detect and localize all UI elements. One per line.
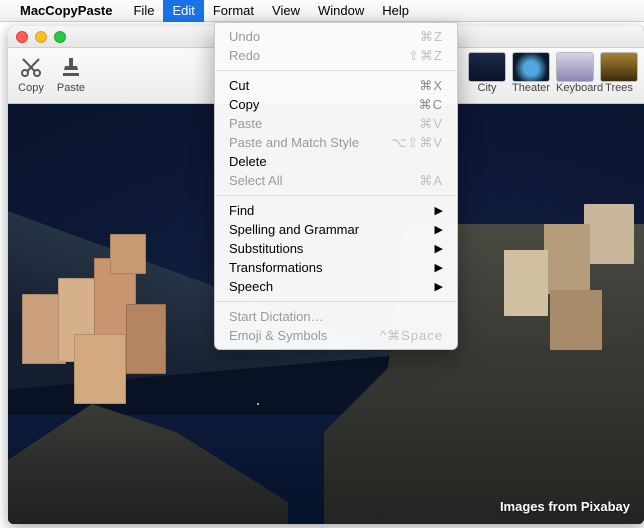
- stamp-icon: [54, 52, 88, 82]
- menu-separator: [216, 301, 456, 302]
- menu-emoji-symbols-label: Emoji & Symbols: [229, 328, 380, 343]
- chevron-right-icon: ▶: [435, 242, 443, 255]
- menubar-help[interactable]: Help: [373, 0, 418, 22]
- menu-transformations-label: Transformations: [229, 260, 435, 275]
- window-zoom-button[interactable]: [54, 31, 66, 43]
- menu-spelling-grammar[interactable]: Spelling and Grammar ▶: [215, 220, 457, 239]
- menu-speech[interactable]: Speech ▶: [215, 277, 457, 296]
- menu-paste-label: Paste: [229, 116, 419, 131]
- menu-select-all[interactable]: Select All ⌘A: [215, 171, 457, 190]
- menu-separator: [216, 70, 456, 71]
- thumbnail-keyboard[interactable]: Keyboard: [556, 52, 594, 94]
- menu-copy-label: Copy: [229, 97, 419, 112]
- menu-paste-match-shortcut: ⌥⇧⌘V: [391, 135, 443, 151]
- thumbnail-trees-image: [600, 52, 638, 82]
- menu-undo[interactable]: Undo ⌘Z: [215, 27, 457, 46]
- menubar-file[interactable]: File: [124, 0, 163, 22]
- menubar-window[interactable]: Window: [309, 0, 373, 22]
- app-name[interactable]: MacCopyPaste: [20, 3, 112, 18]
- menubar-format[interactable]: Format: [204, 0, 263, 22]
- chevron-right-icon: ▶: [435, 223, 443, 236]
- menu-select-all-shortcut: ⌘A: [419, 173, 443, 189]
- window-minimize-button[interactable]: [35, 31, 47, 43]
- thumbnail-keyboard-image: [556, 52, 594, 82]
- menu-substitutions-label: Substitutions: [229, 241, 435, 256]
- toolbar-copy-button[interactable]: Copy: [14, 52, 48, 94]
- thumbnail-theater-label: Theater: [512, 82, 550, 94]
- menu-copy-shortcut: ⌘C: [419, 97, 443, 113]
- menu-paste-match-label: Paste and Match Style: [229, 135, 391, 150]
- thumbnail-theater[interactable]: Theater: [512, 52, 550, 94]
- menu-redo-shortcut: ⇧⌘Z: [408, 48, 443, 64]
- menu-redo-label: Redo: [229, 48, 408, 63]
- thumbnail-theater-image: [512, 52, 550, 82]
- chevron-right-icon: ▶: [435, 204, 443, 217]
- menu-find-label: Find: [229, 203, 435, 218]
- image-credit: Images from Pixabay: [500, 499, 630, 514]
- menu-paste-match[interactable]: Paste and Match Style ⌥⇧⌘V: [215, 133, 457, 152]
- menu-redo[interactable]: Redo ⇧⌘Z: [215, 46, 457, 65]
- menu-copy[interactable]: Copy ⌘C: [215, 95, 457, 114]
- menu-paste[interactable]: Paste ⌘V: [215, 114, 457, 133]
- menu-cut-label: Cut: [229, 78, 419, 93]
- menu-emoji-symbols-shortcut: ^⌘Space: [380, 328, 443, 344]
- village-left: [14, 234, 244, 444]
- scissors-icon: [14, 52, 48, 82]
- menu-undo-label: Undo: [229, 29, 420, 44]
- toolbar-paste-label: Paste: [57, 82, 85, 94]
- thumbnail-trees-label: Trees: [605, 82, 633, 94]
- menu-substitutions[interactable]: Substitutions ▶: [215, 239, 457, 258]
- thumbnail-city-label: City: [478, 82, 497, 94]
- menubar-view[interactable]: View: [263, 0, 309, 22]
- menu-spelling-grammar-label: Spelling and Grammar: [229, 222, 435, 237]
- toolbar-copy-label: Copy: [18, 82, 44, 94]
- menu-cut[interactable]: Cut ⌘X: [215, 76, 457, 95]
- edit-menu-dropdown: Undo ⌘Z Redo ⇧⌘Z Cut ⌘X Copy ⌘C Paste ⌘V…: [214, 22, 458, 350]
- thumbnail-strip: City Theater Keyboard Trees: [468, 52, 638, 94]
- menu-cut-shortcut: ⌘X: [419, 78, 443, 94]
- menu-separator: [216, 195, 456, 196]
- chevron-right-icon: ▶: [435, 280, 443, 293]
- menu-undo-shortcut: ⌘Z: [420, 29, 443, 45]
- menu-paste-shortcut: ⌘V: [419, 116, 443, 132]
- toolbar-paste-button[interactable]: Paste: [54, 52, 88, 94]
- thumbnail-trees[interactable]: Trees: [600, 52, 638, 94]
- chevron-right-icon: ▶: [435, 261, 443, 274]
- thumbnail-keyboard-label: Keyboard: [556, 82, 603, 94]
- menu-transformations[interactable]: Transformations ▶: [215, 258, 457, 277]
- menu-find[interactable]: Find ▶: [215, 201, 457, 220]
- menu-emoji-symbols[interactable]: Emoji & Symbols ^⌘Space: [215, 326, 457, 345]
- thumbnail-city-image: [468, 52, 506, 82]
- thumbnail-city[interactable]: City: [468, 52, 506, 94]
- menu-speech-label: Speech: [229, 279, 435, 294]
- menu-delete[interactable]: Delete: [215, 152, 457, 171]
- menu-start-dictation-label: Start Dictation…: [229, 309, 443, 324]
- system-menubar: MacCopyPaste File Edit Format View Windo…: [0, 0, 644, 22]
- window-close-button[interactable]: [16, 31, 28, 43]
- menubar-edit[interactable]: Edit: [163, 0, 203, 22]
- menu-delete-label: Delete: [229, 154, 443, 169]
- menu-select-all-label: Select All: [229, 173, 419, 188]
- menu-start-dictation[interactable]: Start Dictation…: [215, 307, 457, 326]
